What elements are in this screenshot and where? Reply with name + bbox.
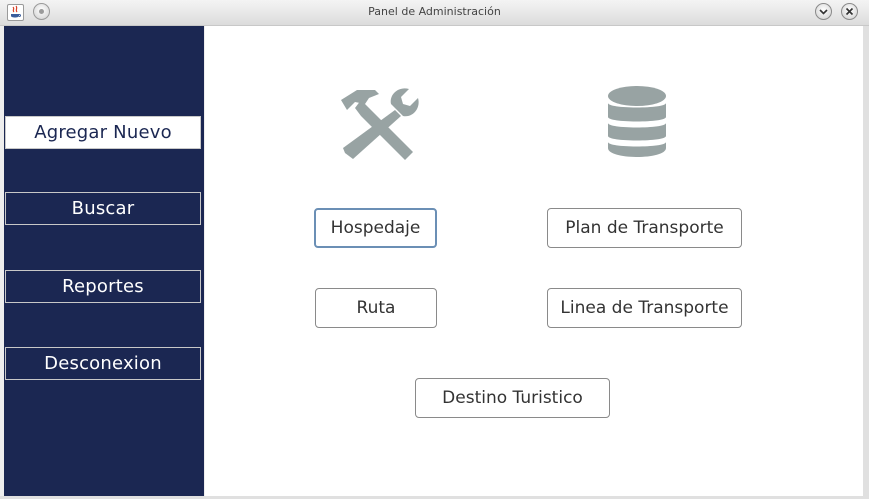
hospedaje-button-label: Hospedaje <box>330 218 421 238</box>
minimize-icon[interactable] <box>815 3 832 20</box>
window-titlebar: Panel de Administración <box>0 0 869 26</box>
close-icon[interactable] <box>841 3 858 20</box>
sidebar-item-label: Agregar Nuevo <box>34 122 172 143</box>
sidebar-item-label: Buscar <box>71 198 135 219</box>
destino-turistico-button[interactable]: Destino Turistico <box>415 378 610 418</box>
sidebar-item-label: Reportes <box>62 276 144 297</box>
plan-transporte-button-label: Plan de Transporte <box>565 218 724 238</box>
sidebar-item-reportes[interactable]: Reportes <box>5 270 201 303</box>
sidebar-item-agregar-nuevo[interactable]: Agregar Nuevo <box>5 116 201 149</box>
tools-icon <box>335 86 421 161</box>
plan-transporte-button[interactable]: Plan de Transporte <box>547 208 742 248</box>
sidebar-item-buscar[interactable]: Buscar <box>5 192 201 225</box>
ruta-button[interactable]: Ruta <box>315 288 437 328</box>
hospedaje-button[interactable]: Hospedaje <box>314 208 437 248</box>
sidebar-item-desconexion[interactable]: Desconexion <box>5 347 201 380</box>
window-title: Panel de Administración <box>368 5 501 18</box>
destino-turistico-button-label: Destino Turistico <box>442 388 583 408</box>
sidebar-item-label: Desconexion <box>44 353 162 374</box>
linea-transporte-button-label: Linea de Transporte <box>560 298 729 318</box>
database-icon <box>607 86 667 158</box>
main-panel: Hospedaje Plan de Transporte Ruta Linea … <box>205 26 863 496</box>
sidebar: Agregar Nuevo Buscar Reportes Desconexio… <box>4 26 204 496</box>
ruta-button-label: Ruta <box>356 298 396 318</box>
window-border-right <box>863 26 869 499</box>
linea-transporte-button[interactable]: Linea de Transporte <box>547 288 742 328</box>
